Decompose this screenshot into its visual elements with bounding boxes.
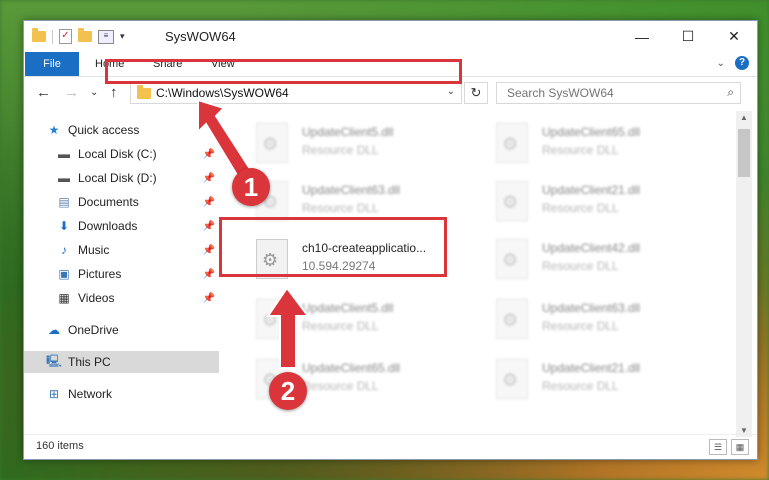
file-name: UpdateClient65.dll <box>542 125 641 139</box>
sidebar-item-label: Local Disk (C:) <box>78 147 157 161</box>
pin-icon[interactable]: 📌 <box>203 245 215 256</box>
sidebar-item-pictures[interactable]: ▣ Pictures 📌 <box>24 263 219 285</box>
sidebar-item-music[interactable]: ♪ Music 📌 <box>24 239 219 261</box>
divider <box>52 29 53 44</box>
up-button[interactable]: ↑ <box>110 84 118 101</box>
pictures-icon: ▣ <box>58 267 70 281</box>
computer-icon: 🖳 <box>46 353 63 368</box>
address-highlight-box <box>105 59 462 84</box>
file-type: Resource DLL <box>302 201 379 215</box>
sidebar-item-downloads[interactable]: ⬇ Downloads 📌 <box>24 215 219 237</box>
window-title: SysWOW64 <box>165 29 236 44</box>
file-type: Resource DLL <box>542 143 619 157</box>
help-icon[interactable]: ? <box>735 56 749 70</box>
videos-icon: ▦ <box>58 291 70 305</box>
documents-icon: ▤ <box>58 195 70 209</box>
chevron-down-icon[interactable]: ⌄ <box>447 86 455 97</box>
details-view-icon[interactable]: ☰ <box>709 439 727 455</box>
sidebar-item-label: Documents <box>78 195 139 209</box>
quick-access-toolbar: ✓ ≡ ▾ <box>32 28 125 44</box>
pin-icon[interactable]: 📌 <box>203 293 215 304</box>
file-type: Resource DLL <box>542 201 619 215</box>
music-icon: ♪ <box>61 243 67 257</box>
search-icon[interactable]: ⌕ <box>727 85 734 100</box>
ribbon-right: ⌄ ? <box>717 56 749 70</box>
pin-icon[interactable]: 📌 <box>203 269 215 280</box>
maximize-button[interactable]: ☐ <box>665 21 711 52</box>
address-bar[interactable]: C:\Windows\SysWOW64 ⌄ <box>130 82 462 104</box>
sidebar-item-label: Videos <box>78 291 115 305</box>
sidebar-item-label: Downloads <box>78 219 138 233</box>
scroll-up-icon[interactable]: ▲ <box>736 113 752 122</box>
chevron-down-icon[interactable]: ▾ <box>120 31 125 42</box>
dll-file-icon <box>496 359 528 399</box>
vertical-scrollbar[interactable]: ▲ ▼ <box>736 111 752 437</box>
star-icon: ★ <box>48 123 60 137</box>
sidebar-item-network[interactable]: ⊞ Network <box>24 383 219 405</box>
minimize-button[interactable]: — <box>619 21 665 52</box>
view-toggles: ☰ ▦ <box>709 439 749 455</box>
file-name: UpdateClient63.dll <box>542 301 641 315</box>
sidebar-item-label: OneDrive <box>68 323 119 337</box>
file-type: Resource DLL <box>542 259 619 273</box>
refresh-button[interactable]: ↻ <box>464 82 488 104</box>
step-badge-2: 2 <box>269 372 307 410</box>
file-name: UpdateClient21.dll <box>542 183 641 197</box>
title-bar: ✓ ≡ ▾ SysWOW64 — ☐ ✕ <box>24 21 757 52</box>
window-controls: — ☐ ✕ <box>619 21 757 52</box>
file-name: UpdateClient63.dll <box>302 183 401 197</box>
new-folder-icon[interactable] <box>78 28 92 42</box>
folder-icon[interactable] <box>32 28 46 42</box>
pointer-arrow-2 <box>266 286 310 369</box>
sidebar-item-label: Pictures <box>78 267 122 281</box>
list-item[interactable]: UpdateClient63.dll Resource DLL <box>474 295 694 347</box>
sidebar-item-label: Local Disk (D:) <box>78 171 157 185</box>
step-badge-1: 1 <box>232 168 270 206</box>
sidebar-item-label: Music <box>78 243 110 257</box>
back-button[interactable]: ← <box>36 84 51 101</box>
status-bar: 160 items ☰ ▦ <box>24 434 757 459</box>
file-name: UpdateClient42.dll <box>542 241 641 255</box>
dll-file-icon <box>496 299 528 339</box>
file-name: UpdateClient5.dll <box>302 125 394 139</box>
file-name: UpdateClient21.dll <box>542 361 641 375</box>
dll-file-icon <box>496 123 528 163</box>
list-item[interactable]: UpdateClient21.dll Resource DLL <box>474 177 694 229</box>
search-input[interactable] <box>505 85 709 101</box>
close-button[interactable]: ✕ <box>711 21 757 52</box>
large-icons-view-icon[interactable]: ▦ <box>731 439 749 455</box>
file-type: Resource DLL <box>302 143 379 157</box>
item-count: 160 items <box>36 440 84 452</box>
tab-file[interactable]: File <box>25 52 79 76</box>
expand-ribbon-icon[interactable]: ⌄ <box>717 58 725 69</box>
file-highlight-box <box>219 217 447 277</box>
forward-button[interactable]: → <box>64 84 79 101</box>
file-type: Resource DLL <box>542 319 619 333</box>
file-type: Resource DLL <box>542 379 619 393</box>
sidebar-item-label: Network <box>68 387 113 401</box>
list-item[interactable]: UpdateClient42.dll Resource DLL <box>474 235 694 287</box>
sidebar-item-label: This PC <box>68 355 111 369</box>
pin-icon[interactable]: 📌 <box>203 197 215 208</box>
properties-check-icon[interactable]: ✓ <box>59 29 72 44</box>
sidebar-item-this-pc[interactable]: 🖳 This PC <box>24 351 219 373</box>
sidebar-item-label: Quick access <box>68 123 140 137</box>
list-item[interactable]: UpdateClient21.dll Resource DLL <box>474 355 694 407</box>
folder-icon <box>137 85 151 99</box>
list-item[interactable]: UpdateClient65.dll Resource DLL <box>474 119 694 171</box>
download-icon: ⬇ <box>58 219 70 233</box>
recent-locations-button[interactable]: ⌄ <box>90 87 98 98</box>
sidebar-item-onedrive[interactable]: ☁ OneDrive <box>24 319 219 341</box>
customize-icon[interactable]: ≡ <box>98 29 114 44</box>
network-icon: ⊞ <box>48 387 60 401</box>
sidebar-item-videos[interactable]: ▦ Videos 📌 <box>24 287 219 309</box>
dll-file-icon <box>496 239 528 279</box>
search-box[interactable]: ⌕ <box>496 82 741 104</box>
cloud-icon: ☁ <box>48 323 60 337</box>
dll-file-icon <box>496 181 528 221</box>
drive-icon: ▬ <box>58 147 70 161</box>
pin-icon[interactable]: 📌 <box>203 221 215 232</box>
drive-icon: ▬ <box>58 171 70 185</box>
scrollbar-thumb[interactable] <box>738 129 750 177</box>
